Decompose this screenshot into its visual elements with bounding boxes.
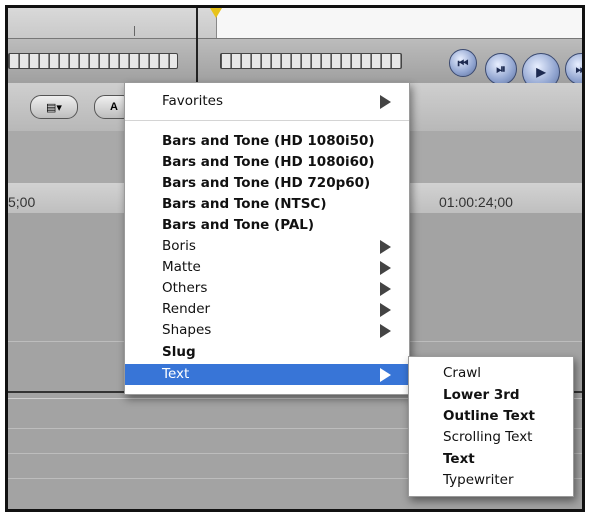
submenu-arrow-icon: [380, 240, 391, 254]
submenu-arrow-icon: [380, 282, 391, 296]
jog-slider[interactable]: [220, 53, 402, 69]
submenu-arrow-icon: [380, 261, 391, 275]
submenu-item-outline-text[interactable]: Outline Text: [409, 406, 573, 427]
submenu-arrow-icon: [380, 95, 391, 109]
submenu-arrow-icon: [380, 303, 391, 317]
list-icon: ▤▾: [46, 101, 62, 114]
menu-item-bars-ntsc[interactable]: Bars and Tone (NTSC): [125, 194, 409, 215]
timecode-right: 01:00:24;00: [439, 194, 513, 210]
timeline-ruler[interactable]: [8, 8, 582, 38]
menu-item-matte[interactable]: Matte: [125, 257, 409, 278]
next-icon[interactable]: ⏭: [565, 53, 582, 85]
menu-item-boris[interactable]: Boris: [125, 236, 409, 257]
menu-item-bars-hd-1080i60[interactable]: Bars and Tone (HD 1080i60): [125, 152, 409, 173]
generator-menu: Favorites Bars and Tone (HD 1080i50) Bar…: [124, 82, 410, 395]
text-icon: A: [110, 101, 118, 113]
shuttle-slider[interactable]: [8, 53, 178, 69]
go-to-start-icon[interactable]: ⏮: [449, 49, 477, 77]
menu-item-shapes[interactable]: Shapes: [125, 320, 409, 341]
menu-item-favorites[interactable]: Favorites: [125, 91, 409, 112]
menu-item-slug[interactable]: Slug: [125, 342, 409, 363]
submenu-item-text[interactable]: Text: [409, 449, 573, 470]
menu-item-bars-hd-720p60[interactable]: Bars and Tone (HD 720p60): [125, 173, 409, 194]
playhead-line: [196, 8, 198, 88]
text-submenu: Crawl Lower 3rd Outline Text Scrolling T…: [408, 356, 574, 497]
menu-item-render[interactable]: Render: [125, 299, 409, 320]
submenu-item-crawl[interactable]: Crawl: [409, 363, 573, 384]
transport-controls: ⏮ ⏯ ▶ ⏭: [8, 38, 582, 91]
ruler-white-area: [216, 8, 582, 38]
play-in-to-out-icon[interactable]: ⏯: [485, 53, 517, 85]
menu-item-bars-pal[interactable]: Bars and Tone (PAL): [125, 215, 409, 236]
submenu-item-lower-3rd[interactable]: Lower 3rd: [409, 385, 573, 406]
submenu-arrow-icon: [380, 368, 391, 382]
list-view-button[interactable]: ▤▾: [30, 95, 78, 119]
menu-item-text[interactable]: Text: [125, 364, 409, 385]
submenu-item-typewriter[interactable]: Typewriter: [409, 470, 573, 491]
playhead-marker[interactable]: [210, 8, 222, 18]
submenu-arrow-icon: [380, 324, 391, 338]
submenu-item-scrolling-text[interactable]: Scrolling Text: [409, 427, 573, 448]
menu-item-others[interactable]: Others: [125, 278, 409, 299]
ruler-tick: [134, 26, 135, 36]
timecode-left: 5;00: [8, 194, 36, 210]
menu-separator: [125, 120, 409, 121]
menu-item-bars-hd-1080i50[interactable]: Bars and Tone (HD 1080i50): [125, 131, 409, 152]
